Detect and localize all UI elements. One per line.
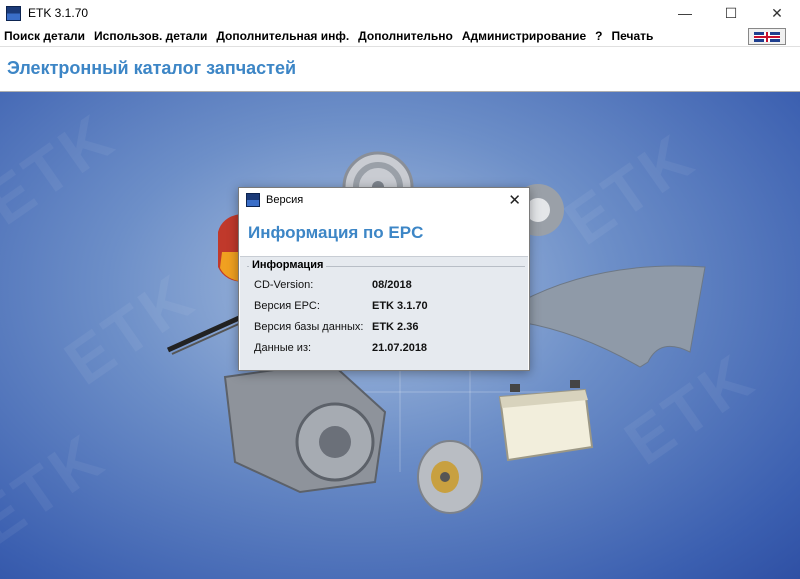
info-key: Данные из: (254, 342, 312, 354)
info-group: Информация CD-Version: 08/2018 Версия EP… (247, 259, 525, 367)
dialog-app-icon (246, 193, 260, 207)
info-value: ETK 2.36 (372, 321, 419, 333)
menu-part-usage[interactable]: Использов. детали (94, 29, 207, 43)
info-group-label: Информация (249, 259, 327, 271)
uk-flag-icon (754, 31, 780, 42)
window-title: ETK 3.1.70 (28, 6, 89, 20)
minimize-button[interactable]: — (662, 0, 708, 26)
info-value: 08/2018 (372, 279, 412, 291)
menu-administration[interactable]: Администрирование (462, 29, 586, 43)
app-icon (6, 5, 21, 21)
menu-additional-info[interactable]: Дополнительная инф. (216, 29, 349, 43)
info-key: Версия EPC: (254, 300, 320, 312)
gearbox-icon (223, 360, 387, 494)
dialog-close-icon[interactable]: ✕ (508, 191, 521, 209)
car-fender-icon (519, 265, 706, 368)
close-button[interactable]: ✕ (754, 0, 800, 26)
menu-extras[interactable]: Дополнительно (358, 29, 453, 43)
menu-bar: Поиск детали Использов. детали Дополните… (0, 26, 800, 47)
window-titlebar: ETK 3.1.70 — ☐ ✕ (0, 0, 800, 26)
dialog-info-panel: Информация CD-Version: 08/2018 Версия EP… (240, 256, 528, 370)
language-button[interactable] (748, 28, 786, 45)
maximize-button[interactable]: ☐ (708, 0, 754, 26)
page-title: Электронный каталог запчастей (7, 58, 297, 78)
menu-part-search[interactable]: Поиск детали (4, 29, 85, 43)
window-controls: — ☐ ✕ (662, 0, 800, 26)
dialog-titlebar: Версия ✕ (239, 188, 529, 212)
menu-print[interactable]: Печать (611, 29, 653, 43)
info-row-db-version: Версия базы данных: ETK 2.36 (254, 321, 418, 337)
info-row-data-date: Данные из: 21.07.2018 (254, 342, 427, 358)
version-dialog: Версия ✕ Информация по EPC Информация CD… (238, 187, 530, 371)
page-header: Электронный каталог запчастей (0, 47, 800, 92)
info-value: 21.07.2018 (372, 342, 428, 354)
info-value: ETK 3.1.70 (372, 300, 428, 312)
dialog-title: Версия (266, 194, 304, 206)
info-key: CD-Version: (254, 279, 314, 291)
menu-help[interactable]: ? (595, 29, 602, 43)
dialog-heading: Информация по EPC (248, 223, 424, 242)
info-row-cd-version: CD-Version: 08/2018 (254, 279, 412, 295)
info-key: Версия базы данных: (254, 321, 364, 333)
brake-disc-icon (417, 440, 483, 514)
info-row-epc-version: Версия EPC: ETK 3.1.70 (254, 300, 428, 316)
